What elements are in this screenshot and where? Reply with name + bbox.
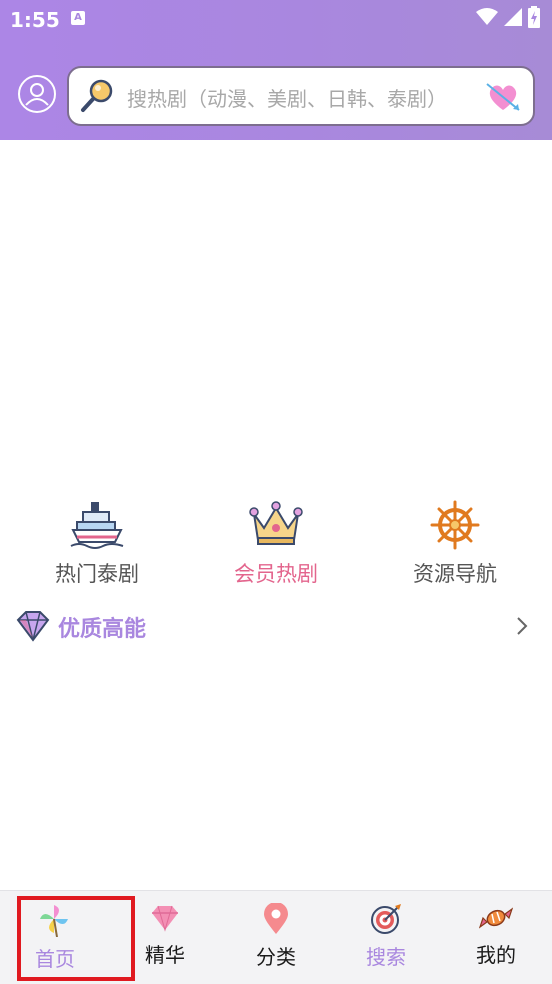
heart-arrow-icon bbox=[486, 83, 520, 111]
highlight-box bbox=[17, 896, 135, 981]
section-header[interactable]: 优质高能 bbox=[0, 604, 552, 648]
section-title: 优质高能 bbox=[58, 617, 147, 642]
ship-wheel-icon bbox=[430, 500, 480, 550]
user-avatar-button[interactable] bbox=[18, 75, 56, 113]
target-icon bbox=[371, 904, 401, 934]
status-time: 1:55 bbox=[10, 8, 60, 32]
status-bar: 1:55 A bbox=[0, 0, 552, 38]
tab-label: 分类 bbox=[256, 945, 296, 969]
tab-label: 搜索 bbox=[366, 945, 406, 969]
search-input[interactable]: 搜热剧（动漫、美剧、日韩、泰剧） bbox=[67, 66, 535, 126]
ship-icon bbox=[70, 502, 124, 549]
location-pin-icon bbox=[264, 903, 288, 934]
quick-nav-resources[interactable]: 资源导航 bbox=[385, 500, 525, 590]
quick-nav-label: 会员热剧 bbox=[234, 562, 318, 586]
tab-search[interactable]: 搜索 bbox=[331, 891, 441, 984]
chevron-right-icon[interactable] bbox=[516, 616, 528, 636]
quick-nav: 热门泰剧 会员热剧 资源导航 bbox=[0, 500, 552, 590]
tab-mine[interactable]: 我的 bbox=[441, 891, 551, 984]
battery-icon bbox=[528, 6, 540, 28]
quick-nav-hot-thai[interactable]: 热门泰剧 bbox=[27, 500, 167, 590]
quick-nav-vip[interactable]: 会员热剧 bbox=[206, 500, 346, 590]
candy-icon bbox=[479, 907, 513, 929]
notification-icon: A bbox=[71, 11, 85, 25]
magnifier-icon bbox=[81, 79, 113, 112]
tab-category[interactable]: 分类 bbox=[221, 891, 331, 984]
app-header: 1:55 A 搜热剧（动漫、美剧、日韩、泰剧） bbox=[0, 0, 552, 140]
quick-nav-label: 资源导航 bbox=[413, 562, 497, 586]
crown-icon bbox=[249, 501, 303, 545]
quick-nav-label: 热门泰剧 bbox=[55, 562, 139, 586]
wifi-icon bbox=[476, 8, 498, 25]
user-avatar-icon bbox=[25, 83, 49, 106]
gem-icon bbox=[152, 905, 178, 932]
signal-icon bbox=[504, 8, 522, 26]
search-placeholder: 搜热剧（动漫、美剧、日韩、泰剧） bbox=[127, 87, 447, 111]
status-icons bbox=[476, 6, 540, 28]
tab-label: 我的 bbox=[476, 943, 516, 967]
diamond-icon bbox=[16, 611, 50, 642]
